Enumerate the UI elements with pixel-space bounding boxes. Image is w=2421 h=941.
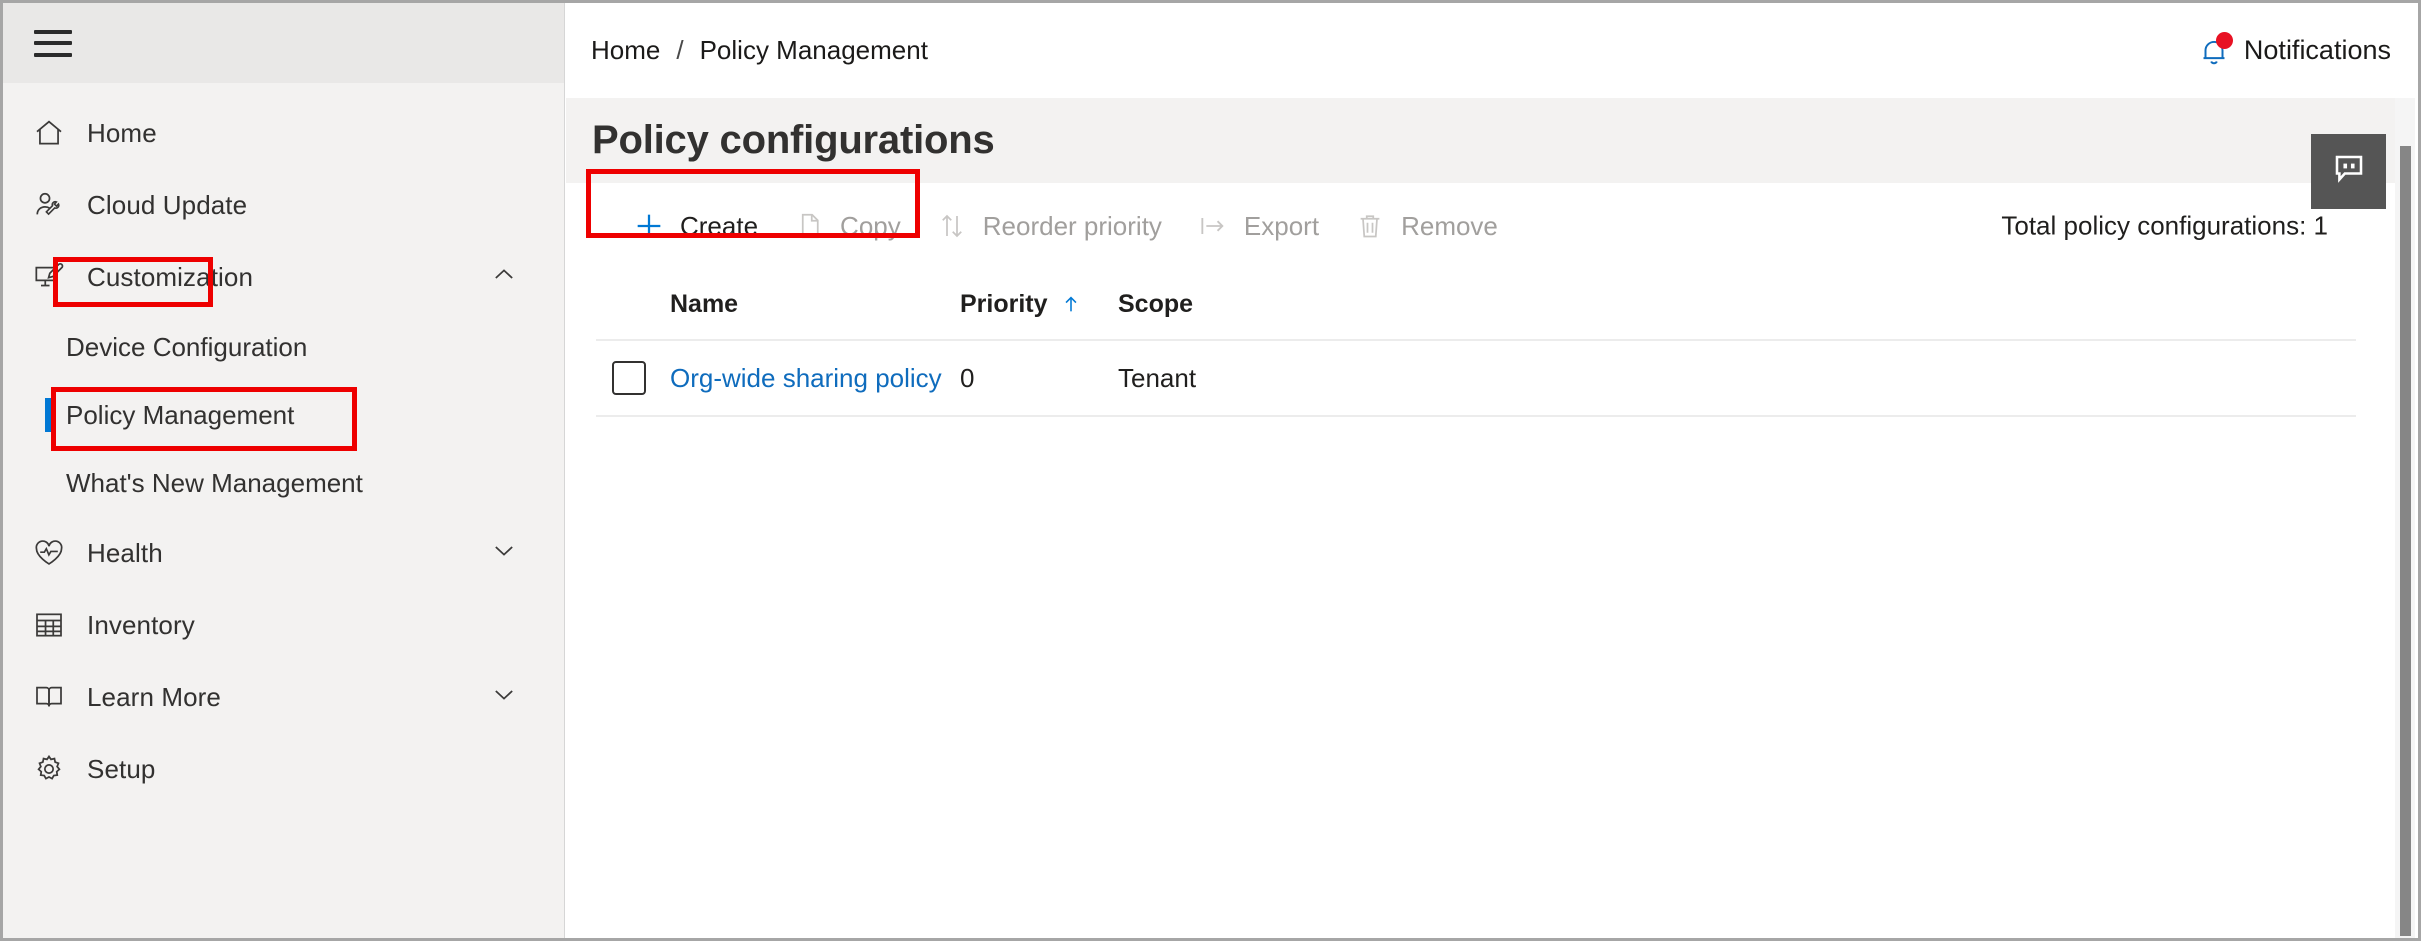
copy-button[interactable]: Copy	[790, 197, 901, 255]
remove-label: Remove	[1401, 210, 1498, 241]
sidebar-item-health[interactable]: Health	[3, 517, 564, 589]
breadcrumb: Home / Policy Management	[591, 35, 928, 66]
sidebar-subitem-label: Policy Management	[66, 399, 295, 430]
sidebar-item-label: Customization	[87, 261, 254, 292]
page-title-band: Policy configurations	[566, 98, 2406, 209]
total-count-label: Total policy configurations: 1	[2001, 210, 2328, 241]
sidebar-item-customization[interactable]: Customization	[3, 241, 564, 313]
sidebar-nav: Home Cloud Update Customization Device C…	[3, 83, 564, 805]
notification-badge	[2215, 31, 2233, 49]
table-grid-icon	[27, 609, 71, 641]
policy-scope-value: Tenant	[1118, 362, 1197, 393]
sidebar-item-home[interactable]: Home	[3, 97, 564, 169]
create-label: Create	[680, 210, 759, 241]
book-icon	[27, 681, 71, 713]
screen-brush-icon	[27, 261, 71, 293]
page-title: Policy configurations	[592, 118, 995, 162]
arrow-up-icon	[1060, 293, 1082, 315]
table-header-row: Name Priority Scope	[596, 269, 2356, 341]
reorder-priority-label: Reorder priority	[982, 210, 1162, 241]
bell-icon	[2194, 31, 2234, 71]
row-select-cell	[596, 361, 670, 395]
export-button[interactable]: Export	[1194, 197, 1319, 255]
sidebar-item-learn-more[interactable]: Learn More	[3, 661, 564, 733]
feedback-quote-icon	[2331, 151, 2367, 192]
menu-hamburger-icon[interactable]	[34, 29, 72, 57]
chevron-down-icon[interactable]	[490, 681, 518, 714]
sidebar-item-policy-management[interactable]: Policy Management	[3, 381, 564, 449]
export-label: Export	[1243, 210, 1320, 241]
create-button[interactable]: Create	[630, 197, 758, 255]
scrollbar-thumb[interactable]	[2400, 146, 2411, 936]
column-header-priority[interactable]: Priority	[960, 290, 1118, 319]
sidebar-item-label: Cloud Update	[87, 189, 248, 220]
vertical-scrollbar[interactable]	[2395, 98, 2415, 938]
heart-pulse-icon	[27, 537, 71, 569]
copy-label: Copy	[840, 210, 901, 241]
row-priority-cell: 0	[960, 363, 1118, 394]
sidebar-item-label: Inventory	[87, 609, 195, 640]
reorder-priority-button[interactable]: Reorder priority	[933, 197, 1162, 255]
sidebar-item-whats-new-management[interactable]: What's New Management	[3, 449, 564, 517]
chevron-down-icon[interactable]	[490, 537, 518, 570]
app-window: Home Cloud Update Customization Device C…	[0, 0, 2421, 941]
trash-icon	[1351, 211, 1389, 241]
selection-indicator	[45, 398, 52, 432]
reorder-arrows-icon	[933, 211, 971, 241]
row-scope-cell: Tenant	[1118, 363, 2356, 394]
table-row[interactable]: Org-wide sharing policy 0 Tenant	[596, 341, 2356, 417]
column-header-name-label: Name	[670, 289, 739, 318]
sidebar-item-label: Home	[87, 117, 157, 148]
sidebar-subitem-label: What's New Management	[66, 467, 363, 498]
chevron-up-icon[interactable]	[490, 261, 518, 294]
column-header-priority-label: Priority	[960, 289, 1048, 318]
column-header-scope[interactable]: Scope	[1118, 290, 2356, 319]
breadcrumb-separator: /	[676, 35, 684, 65]
row-name-cell: Org-wide sharing policy	[670, 363, 960, 394]
main-content: Policy configurations Create Copy Reorde…	[566, 98, 2406, 938]
sidebar-item-setup[interactable]: Setup	[3, 733, 564, 805]
command-bar: Create Copy Reorder priority Export Remo…	[566, 183, 2406, 269]
export-arrow-icon	[1194, 210, 1232, 242]
home-icon	[27, 117, 71, 149]
plus-icon	[630, 209, 668, 243]
sidebar-subitem-label: Device Configuration	[66, 331, 308, 362]
policy-configurations-table: Name Priority Scope Org-wide sharing pol…	[596, 269, 2356, 417]
policy-name-link[interactable]: Org-wide sharing policy	[670, 363, 942, 393]
sidebar: Home Cloud Update Customization Device C…	[3, 3, 565, 938]
notifications-button[interactable]: Notifications	[2194, 31, 2391, 71]
person-wrench-icon	[27, 189, 71, 221]
top-bar: Home / Policy Management Notifications	[565, 3, 2418, 98]
feedback-button[interactable]	[2311, 134, 2386, 209]
sidebar-item-label: Health	[87, 537, 163, 568]
sidebar-item-cloud-update[interactable]: Cloud Update	[3, 169, 564, 241]
policy-priority-value: 0	[960, 362, 975, 393]
row-checkbox[interactable]	[612, 361, 646, 395]
sidebar-item-label: Learn More	[87, 681, 221, 712]
gear-icon	[27, 753, 71, 785]
remove-button[interactable]: Remove	[1351, 197, 1498, 255]
breadcrumb-home[interactable]: Home	[591, 35, 660, 66]
column-header-name[interactable]: Name	[670, 290, 960, 319]
copy-icon	[790, 211, 828, 241]
sidebar-header	[3, 3, 564, 83]
sidebar-item-inventory[interactable]: Inventory	[3, 589, 564, 661]
notifications-label: Notifications	[2243, 35, 2391, 65]
breadcrumb-current[interactable]: Policy Management	[700, 35, 928, 66]
sidebar-item-device-configuration[interactable]: Device Configuration	[3, 313, 564, 381]
sidebar-item-label: Setup	[87, 753, 156, 784]
column-header-scope-label: Scope	[1118, 289, 1194, 318]
